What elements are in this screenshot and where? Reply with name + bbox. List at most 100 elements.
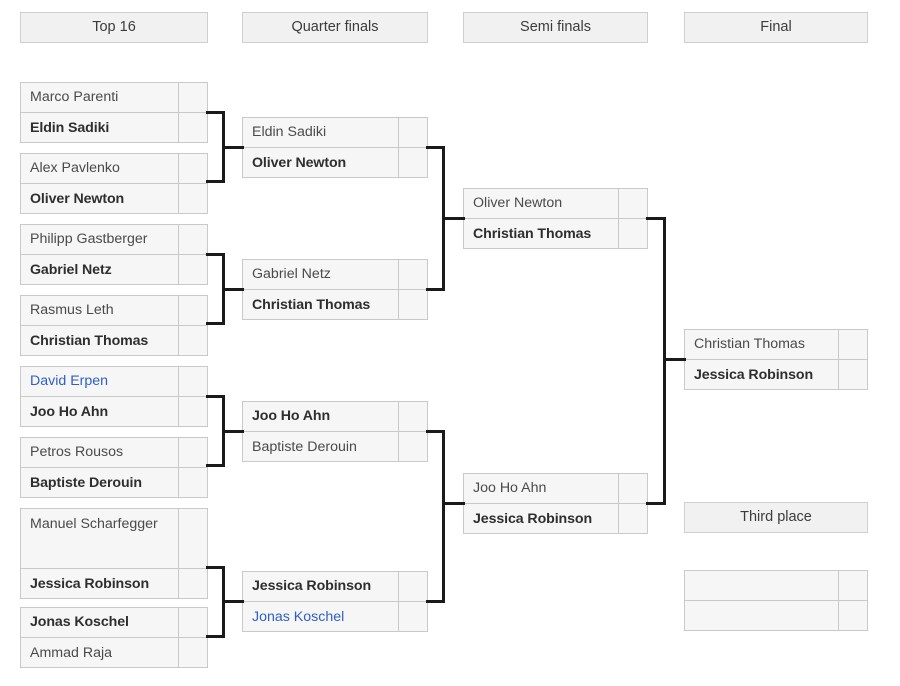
competitor-score <box>398 602 427 631</box>
connector-line <box>426 288 445 291</box>
competitor-name: Jessica Robinson <box>30 575 150 592</box>
match-row[interactable]: Oliver Newton <box>464 189 647 219</box>
match-top16-3[interactable]: Philipp Gastberger Gabriel Netz <box>20 224 208 285</box>
match-row[interactable]: Gabriel Netz <box>21 255 207 284</box>
competitor-name: Oliver Newton <box>252 154 347 171</box>
match-quarterfinal-4[interactable]: Jessica Robinson Jonas Koschel <box>242 571 428 632</box>
match-row[interactable]: Eldin Sadiki <box>21 113 207 142</box>
competitor-name: Ammad Raja <box>30 644 113 661</box>
competitor-score <box>838 360 867 389</box>
match-top16-1[interactable]: Marco Parenti Eldin Sadiki <box>20 82 208 143</box>
match-row[interactable]: Baptiste Derouin <box>21 468 207 497</box>
match-row[interactable] <box>685 571 867 601</box>
match-row[interactable]: Alex Pavlenko <box>21 154 207 184</box>
competitor-score <box>398 290 427 319</box>
competitor-name: Eldin Sadiki <box>252 124 327 140</box>
match-top16-6[interactable]: Petros Rousos Baptiste Derouin <box>20 437 208 498</box>
match-semifinal-1[interactable]: Oliver Newton Christian Thomas <box>463 188 648 249</box>
competitor-name: Alex Pavlenko <box>30 160 120 176</box>
round-header-quarter-finals[interactable]: Quarter finals <box>242 12 428 43</box>
match-row[interactable]: Rasmus Leth <box>21 296 207 326</box>
connector-line <box>222 430 244 433</box>
tournament-bracket: Top 16 Quarter finals Semi finals Final … <box>0 0 900 686</box>
match-top16-7[interactable]: Manuel Scharfegger Jessica Robinson <box>20 508 208 599</box>
competitor-name: Philipp Gastberger <box>30 231 148 247</box>
competitor-score <box>838 601 867 630</box>
competitor-score <box>178 113 207 142</box>
competitor-score <box>178 468 207 497</box>
match-row[interactable]: Christian Thomas <box>464 219 647 248</box>
match-row[interactable]: Petros Rousos <box>21 438 207 468</box>
match-final[interactable]: Christian Thomas Jessica Robinson <box>684 329 868 390</box>
competitor-score <box>618 189 647 218</box>
match-row[interactable]: Joo Ho Ahn <box>243 402 427 432</box>
match-semifinal-2[interactable]: Joo Ho Ahn Jessica Robinson <box>463 473 648 534</box>
round-header-final[interactable]: Final <box>684 12 868 43</box>
match-row[interactable]: Oliver Newton <box>243 148 427 177</box>
match-row[interactable]: Manuel Scharfegger <box>21 509 207 569</box>
match-quarterfinal-2[interactable]: Gabriel Netz Christian Thomas <box>242 259 428 320</box>
competitor-name: Oliver Newton <box>30 190 125 207</box>
competitor-score <box>398 402 427 431</box>
match-row[interactable]: Eldin Sadiki <box>243 118 427 148</box>
match-top16-8[interactable]: Jonas Koschel Ammad Raja <box>20 607 208 668</box>
match-row[interactable]: Jonas Koschel <box>243 602 427 632</box>
match-row[interactable]: Jonas Koschel <box>21 608 207 638</box>
match-row[interactable]: Philipp Gastberger <box>21 225 207 255</box>
match-row[interactable]: Marco Parenti <box>21 83 207 113</box>
connector-line <box>442 430 445 603</box>
competitor-score <box>178 608 207 637</box>
competitor-name[interactable]: David Erpen <box>21 367 178 396</box>
competitor-score <box>178 255 207 284</box>
competitor-score <box>618 474 647 503</box>
competitor-name[interactable]: Jonas Koschel <box>243 603 398 632</box>
connector-line <box>646 502 666 505</box>
match-row[interactable]: Jessica Robinson <box>21 569 207 598</box>
competitor-score <box>398 260 427 289</box>
connector-line <box>222 288 244 291</box>
match-row[interactable]: Christian Thomas <box>21 326 207 355</box>
competitor-name: Christian Thomas <box>473 225 592 242</box>
match-row[interactable]: Christian Thomas <box>243 290 427 319</box>
match-row[interactable]: Jessica Robinson <box>464 504 647 533</box>
match-top16-4[interactable]: Rasmus Leth Christian Thomas <box>20 295 208 356</box>
match-row[interactable]: Baptiste Derouin <box>243 432 427 461</box>
match-row[interactable]: Christian Thomas <box>685 330 867 360</box>
match-row[interactable]: Ammad Raja <box>21 638 207 667</box>
match-row[interactable]: Jessica Robinson <box>685 360 867 389</box>
match-quarterfinal-3[interactable]: Joo Ho Ahn Baptiste Derouin <box>242 401 428 462</box>
match-third-place[interactable] <box>684 570 868 631</box>
match-row[interactable]: Oliver Newton <box>21 184 207 213</box>
competitor-score <box>618 219 647 248</box>
competitor-name: Rasmus Leth <box>30 302 114 318</box>
connector-line <box>426 600 445 603</box>
connector-line <box>206 322 225 325</box>
competitor-name: Jonas Koschel <box>30 614 129 630</box>
round-header-top16[interactable]: Top 16 <box>20 12 208 43</box>
competitor-score <box>398 432 427 461</box>
round-header-semi-finals[interactable]: Semi finals <box>463 12 648 43</box>
competitor-name: Gabriel Netz <box>252 266 331 282</box>
match-top16-2[interactable]: Alex Pavlenko Oliver Newton <box>20 153 208 214</box>
competitor-score <box>178 397 207 426</box>
competitor-score <box>838 330 867 359</box>
match-row[interactable]: Joo Ho Ahn <box>21 397 207 426</box>
match-quarterfinal-1[interactable]: Eldin Sadiki Oliver Newton <box>242 117 428 178</box>
match-row[interactable] <box>685 601 867 630</box>
connector-line <box>442 502 465 505</box>
competitor-score <box>838 571 867 600</box>
competitor-score <box>398 148 427 177</box>
competitor-name: Manuel Scharfegger <box>30 516 158 532</box>
connector-line <box>206 635 225 638</box>
competitor-score <box>178 326 207 355</box>
round-header-third-place[interactable]: Third place <box>684 502 868 533</box>
match-row[interactable]: David Erpen <box>21 367 207 397</box>
match-row[interactable]: Gabriel Netz <box>243 260 427 290</box>
competitor-score <box>178 184 207 213</box>
competitor-name: Oliver Newton <box>473 195 563 211</box>
competitor-name: Joo Ho Ahn <box>30 403 109 420</box>
match-row[interactable]: Joo Ho Ahn <box>464 474 647 504</box>
connector-line <box>206 464 225 467</box>
match-row[interactable]: Jessica Robinson <box>243 572 427 602</box>
match-top16-5[interactable]: David Erpen Joo Ho Ahn <box>20 366 208 427</box>
